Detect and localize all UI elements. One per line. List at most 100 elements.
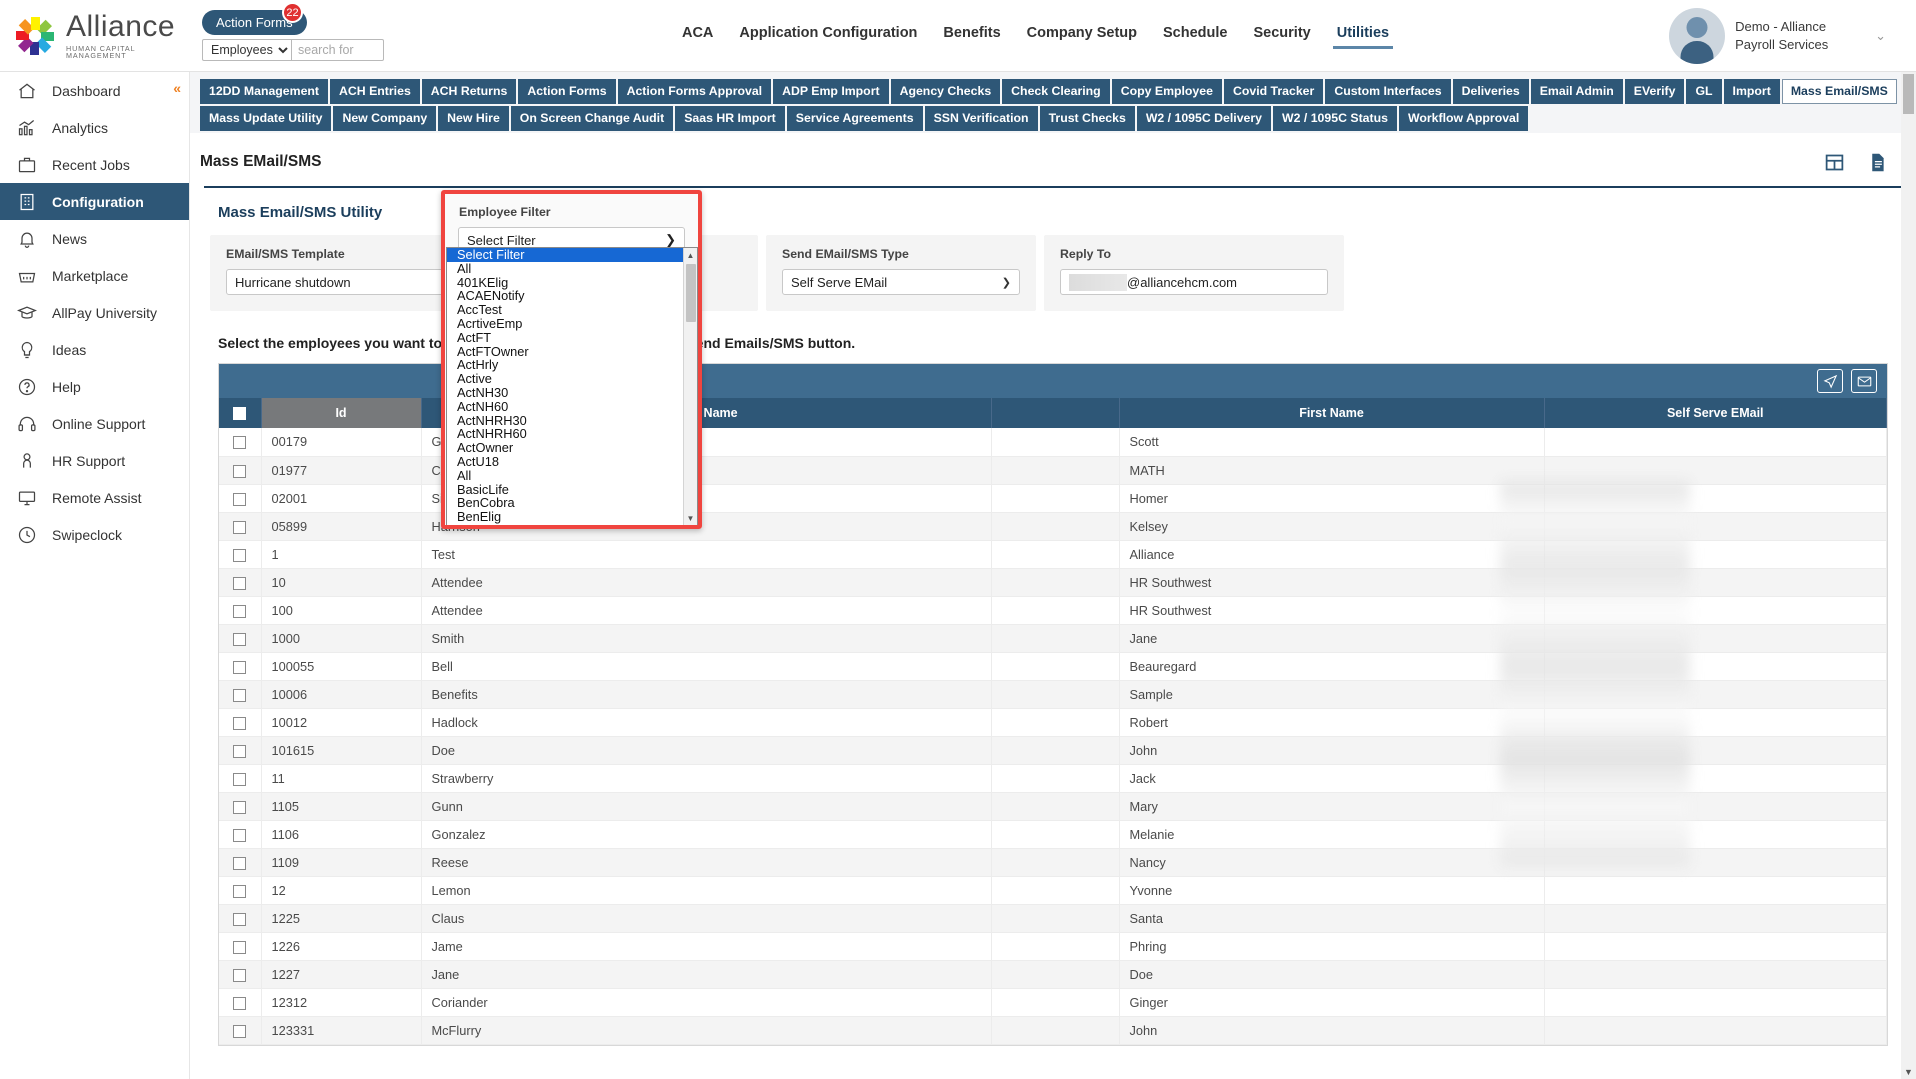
table-row[interactable]: 10006 Benefits Sample (219, 680, 1887, 709)
subtab-ssn-verification[interactable]: SSN Verification (924, 106, 1038, 131)
table-row[interactable]: 100 Attendee HR Southwest (219, 596, 1887, 625)
row-checkbox[interactable] (233, 604, 247, 618)
menu-item-utilities[interactable]: Utilities (1332, 25, 1394, 49)
row-checkbox[interactable] (233, 912, 247, 926)
subtab-check-clearing[interactable]: Check Clearing (1002, 79, 1110, 104)
brand-logo[interactable]: Alliance HUMAN CAPITAL MANAGEMENT (0, 11, 190, 59)
menu-item-schedule[interactable]: Schedule (1163, 25, 1227, 47)
page-scrollbar-thumb[interactable] (1903, 74, 1914, 114)
row-checkbox[interactable] (233, 744, 247, 758)
row-checkbox[interactable] (233, 996, 247, 1010)
option-all[interactable]: All (447, 261, 697, 276)
chevron-down-icon[interactable]: ⌄ (1875, 28, 1886, 44)
envelope-icon[interactable] (1851, 369, 1877, 393)
template-select[interactable]: Hurricane shutdown ❯ (226, 269, 464, 295)
option-actftowner[interactable]: ActFTOwner (447, 344, 697, 359)
row-checkbox[interactable] (233, 884, 247, 898)
table-row[interactable]: 100055 Bell Beauregard (219, 652, 1887, 681)
option-benelig[interactable]: BenElig (447, 510, 697, 524)
sidebar-item-analytics[interactable]: Analytics (0, 109, 189, 146)
table-row[interactable]: 1227 Jane Doe (219, 960, 1887, 989)
option-select-filter[interactable]: Select Filter (447, 248, 697, 262)
subtab-agency-checks[interactable]: Agency Checks (890, 79, 1001, 104)
select-all-checkbox[interactable] (233, 407, 247, 421)
subtab-action-forms[interactable]: Action Forms (518, 79, 616, 104)
row-checkbox[interactable] (233, 688, 247, 702)
sidebar-item-hr-support[interactable]: HR Support (0, 442, 189, 479)
row-checkbox[interactable] (233, 576, 247, 590)
reply-to-input[interactable]: @alliancehcm.com (1060, 269, 1328, 295)
subtab-gl[interactable]: GL (1686, 79, 1722, 104)
subtab-w2-1095c-delivery[interactable]: W2 / 1095C Delivery (1136, 106, 1272, 131)
column-header-self-serve-email[interactable]: Self Serve EMail (1544, 398, 1887, 428)
subtab-12dd-management[interactable]: 12DD Management (200, 79, 329, 104)
table-row[interactable]: 1105 Gunn Mary (219, 792, 1887, 821)
option-acrtiveemp[interactable]: AcrtiveEmp (447, 317, 697, 331)
row-checkbox[interactable] (233, 464, 247, 478)
option-actu18[interactable]: ActU18 (447, 455, 697, 469)
subtab-adp-emp-import[interactable]: ADP Emp Import (773, 79, 889, 104)
subtab-on-screen-change-audit[interactable]: On Screen Change Audit (510, 106, 674, 131)
row-checkbox[interactable] (233, 548, 247, 562)
table-row[interactable]: 12312 Coriander Ginger (219, 988, 1887, 1017)
subtab-copy-employee[interactable]: Copy Employee (1111, 79, 1222, 104)
subtab-custom-interfaces[interactable]: Custom Interfaces (1325, 79, 1451, 104)
sidebar-item-online-support[interactable]: Online Support (0, 405, 189, 442)
table-row[interactable]: 1225 Claus Santa (219, 904, 1887, 933)
subtab-everify[interactable]: EVerify (1624, 79, 1685, 104)
option-bencobra[interactable]: BenCobra (447, 496, 697, 510)
subtab-service-agreements[interactable]: Service Agreements (786, 106, 923, 131)
sidebar-item-help[interactable]: Help (0, 368, 189, 405)
sidebar-item-ideas[interactable]: Ideas (0, 331, 189, 368)
sidebar-item-news[interactable]: News (0, 220, 189, 257)
subtab-deliveries[interactable]: Deliveries (1452, 79, 1529, 104)
option-acctest[interactable]: AccTest (447, 303, 697, 317)
table-row[interactable]: 1 Test Alliance (219, 540, 1887, 569)
menu-item-company-setup[interactable]: Company Setup (1027, 25, 1137, 47)
option-actnhrh30[interactable]: ActNHRH30 (447, 413, 697, 428)
row-checkbox[interactable] (233, 660, 247, 674)
option-actft[interactable]: ActFT (447, 330, 697, 345)
row-checkbox[interactable] (233, 828, 247, 842)
row-checkbox[interactable] (233, 492, 247, 506)
option-acthrly[interactable]: ActHrly (447, 358, 697, 372)
menu-item-benefits[interactable]: Benefits (943, 25, 1000, 47)
sidebar-item-recent-jobs[interactable]: Recent Jobs (0, 146, 189, 183)
document-icon[interactable] (1867, 152, 1888, 173)
options-scrollbar[interactable]: ▲ ▼ (683, 248, 697, 525)
subtab-workflow-approval[interactable]: Workflow Approval (1398, 106, 1529, 131)
sidebar-item-marketplace[interactable]: Marketplace (0, 257, 189, 294)
select-all-header[interactable] (219, 398, 262, 428)
sidebar-item-allpay-university[interactable]: AllPay University (0, 294, 189, 331)
subtab-w2-1095c-status[interactable]: W2 / 1095C Status (1273, 106, 1397, 131)
search-input[interactable] (292, 39, 384, 61)
subtab-saas-hr-import[interactable]: Saas HR Import (675, 106, 785, 131)
row-checkbox[interactable] (233, 968, 247, 982)
table-row[interactable]: 11 Strawberry Jack (219, 764, 1887, 793)
table-row[interactable]: 10 Attendee HR Southwest (219, 568, 1887, 597)
menu-item-application-configuration[interactable]: Application Configuration (739, 25, 917, 47)
scroll-down-icon[interactable]: ▼ (1904, 1067, 1913, 1077)
subtab-mass-email-sms[interactable]: Mass Email/SMS (1781, 79, 1897, 104)
table-row[interactable]: 1109 Reese Nancy (219, 848, 1887, 877)
row-checkbox[interactable] (233, 520, 247, 534)
row-checkbox[interactable] (233, 632, 247, 646)
table-row[interactable]: 10012 Hadlock Robert (219, 708, 1887, 737)
menu-item-security[interactable]: Security (1253, 25, 1310, 47)
send-type-select[interactable]: Self Serve EMail ❯ (782, 269, 1020, 295)
sidebar-item-configuration[interactable]: Configuration (0, 183, 189, 220)
subtab-covid-tracker[interactable]: Covid Tracker (1223, 79, 1324, 104)
sidebar-item-remote-assist[interactable]: Remote Assist (0, 479, 189, 516)
row-checkbox[interactable] (233, 716, 247, 730)
table-row[interactable]: 12 Lemon Yvonne (219, 876, 1887, 905)
table-row[interactable]: 1000 Smith Jane (219, 624, 1887, 653)
subtab-trust-checks[interactable]: Trust Checks (1039, 106, 1135, 131)
table-row[interactable]: 101615 Doe John (219, 736, 1887, 765)
subtab-action-forms-approval[interactable]: Action Forms Approval (617, 79, 772, 104)
page-scrollbar[interactable]: ▼ (1901, 72, 1916, 1079)
sidebar-collapse-icon[interactable]: « (173, 80, 181, 96)
option-actnhrh60[interactable]: ActNHRH60 (447, 427, 697, 441)
option-active[interactable]: Active (447, 372, 697, 386)
subtab-new-company[interactable]: New Company (333, 106, 437, 131)
option-401kelig[interactable]: 401KElig (447, 275, 697, 290)
